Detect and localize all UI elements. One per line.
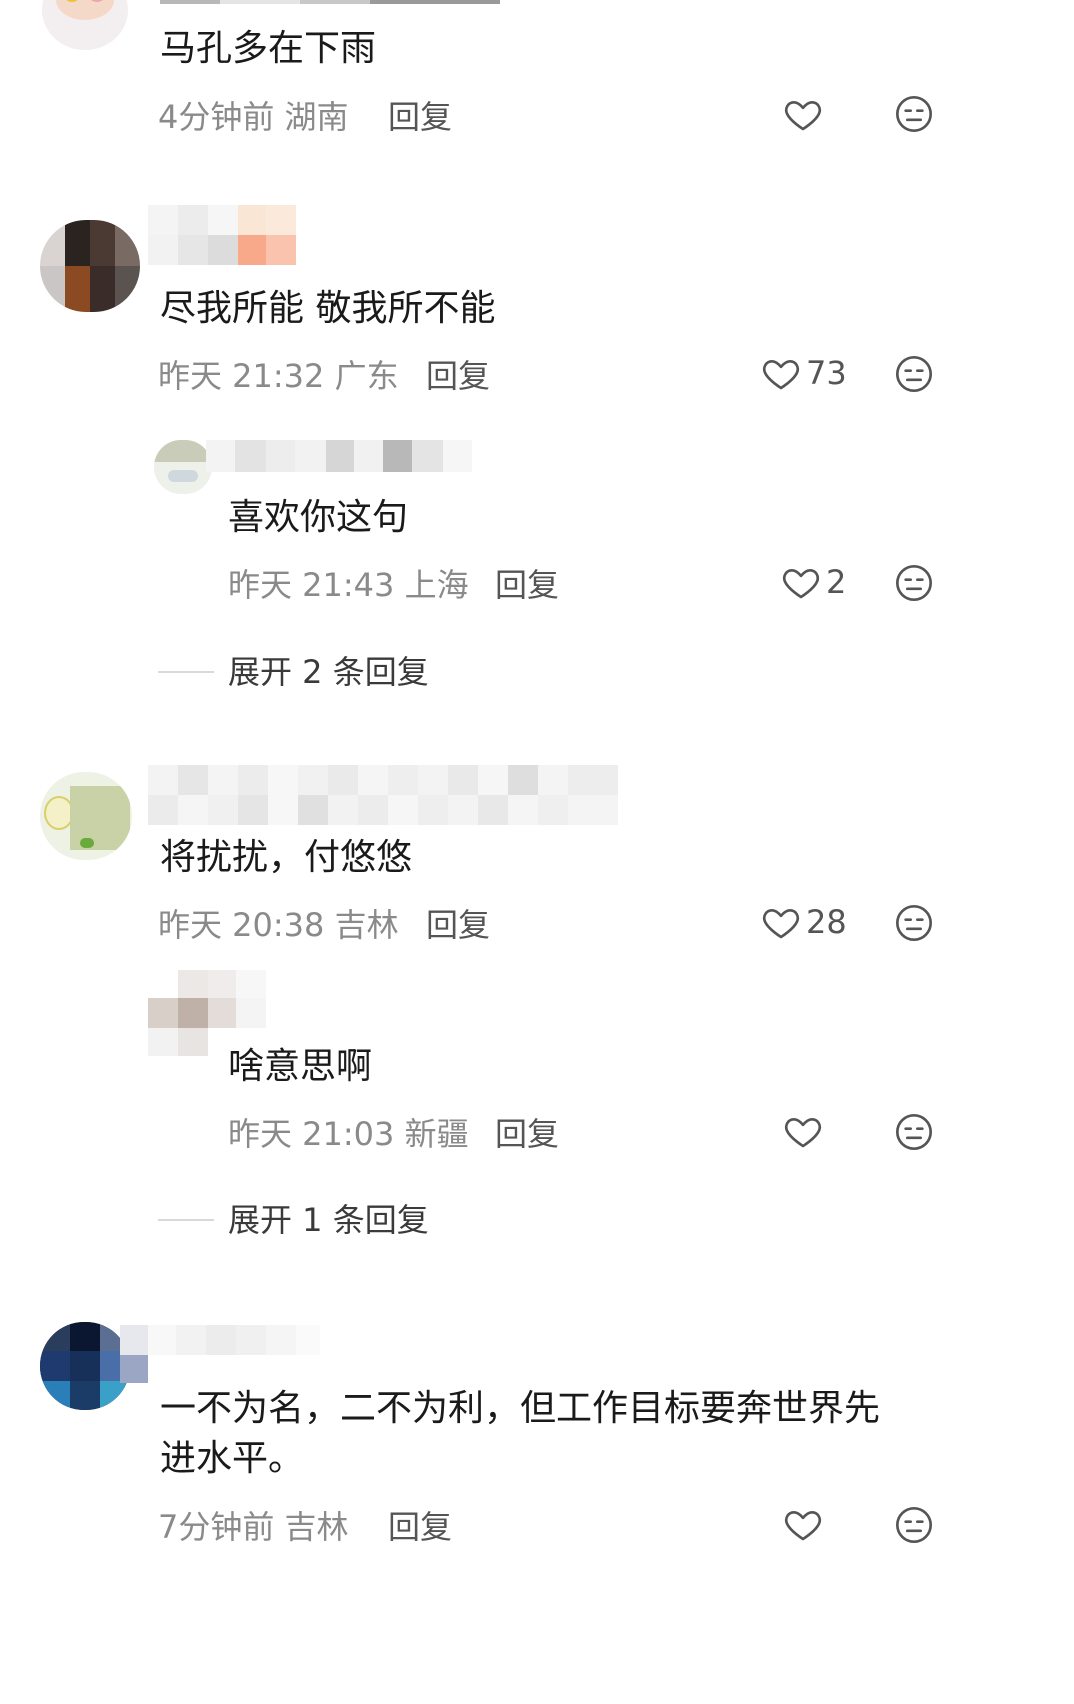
comment-time: 7分钟前 — [158, 1508, 275, 1546]
comment-text: 喜欢你这句 — [228, 497, 409, 538]
comment-time: 昨天 21:32 — [158, 357, 325, 395]
expand-replies-label: 展开 1 条回复 — [228, 1201, 429, 1239]
comment-text: 马孔多在下雨 — [160, 28, 377, 69]
expand-replies-button[interactable]: 展开 1 条回复 — [158, 1198, 429, 1242]
user-avatar[interactable] — [42, 0, 128, 50]
like-button[interactable]: 73 — [760, 353, 847, 393]
user-avatar[interactable] — [154, 440, 212, 494]
comment-text-line: 一不为名，二不为利，但工作目标要奔世界先 — [160, 1388, 881, 1429]
expand-replies-button[interactable]: 展开 2 条回复 — [158, 650, 429, 694]
meh-face-icon[interactable] — [894, 94, 934, 134]
comment-location: 新疆 — [404, 1115, 469, 1153]
heart-outline-icon — [784, 1511, 822, 1541]
heart-outline-icon — [762, 360, 800, 390]
comment-time: 昨天 21:43 — [228, 566, 395, 604]
heart-outline-icon — [784, 1118, 822, 1148]
like-count: 28 — [806, 903, 847, 941]
username-blurred — [120, 1325, 320, 1355]
comment-meta: 7分钟前 吉林 — [158, 1505, 349, 1549]
meh-face-icon[interactable] — [894, 1112, 934, 1152]
comment-meta: 昨天 21:32 广东 — [158, 354, 399, 398]
comment-text-line: 进水平。 — [160, 1438, 305, 1479]
user-avatar[interactable] — [40, 1322, 130, 1410]
username-blurred — [206, 440, 472, 472]
user-avatar[interactable] — [40, 772, 132, 860]
meh-face-icon[interactable] — [894, 903, 934, 943]
meh-face-icon[interactable] — [894, 563, 934, 603]
comment-location: 湖南 — [284, 98, 349, 136]
reply-button[interactable]: 回复 — [495, 1112, 559, 1156]
username-blurred — [148, 765, 618, 825]
heart-outline-icon — [784, 101, 822, 131]
like-button[interactable] — [782, 94, 824, 134]
comment-location: 吉林 — [334, 906, 399, 944]
expand-replies-label: 展开 2 条回复 — [228, 653, 429, 691]
username-blurred — [160, 0, 500, 4]
comment-time: 昨天 21:03 — [228, 1115, 395, 1153]
heart-outline-icon — [782, 569, 820, 599]
like-button[interactable]: 28 — [760, 902, 847, 942]
comment-meta: 4分钟前 湖南 — [158, 95, 349, 139]
like-button[interactable]: 2 — [780, 562, 846, 602]
reply-button[interactable]: 回复 — [426, 903, 490, 947]
comment-meta: 昨天 21:43 上海 — [228, 563, 469, 607]
reply-button[interactable]: 回复 — [388, 1505, 452, 1549]
comment-meta: 昨天 21:03 新疆 — [228, 1112, 469, 1156]
user-avatar[interactable] — [40, 220, 140, 312]
comment-meta: 昨天 20:38 吉林 — [158, 903, 399, 947]
comment-location: 上海 — [404, 566, 469, 604]
reply-button[interactable]: 回复 — [388, 95, 452, 139]
meh-face-icon[interactable] — [894, 1505, 934, 1545]
comment-time: 昨天 20:38 — [158, 906, 325, 944]
like-button[interactable] — [782, 1111, 824, 1151]
comment-location: 广东 — [334, 357, 399, 395]
comment-text: 啥意思啊 — [228, 1046, 373, 1087]
like-button[interactable] — [782, 1504, 824, 1544]
like-count: 73 — [806, 354, 847, 392]
username-blurred — [148, 205, 296, 265]
heart-outline-icon — [762, 909, 800, 939]
meh-face-icon[interactable] — [894, 354, 934, 394]
comment-text: 将扰扰，付悠悠 — [160, 837, 413, 878]
comment-time: 4分钟前 — [158, 98, 275, 136]
like-count: 2 — [826, 563, 847, 601]
comment-location: 吉林 — [284, 1508, 349, 1546]
reply-button[interactable]: 回复 — [495, 563, 559, 607]
comment-text: 尽我所能 敬我所不能 — [160, 288, 496, 329]
reply-button[interactable]: 回复 — [426, 354, 490, 398]
